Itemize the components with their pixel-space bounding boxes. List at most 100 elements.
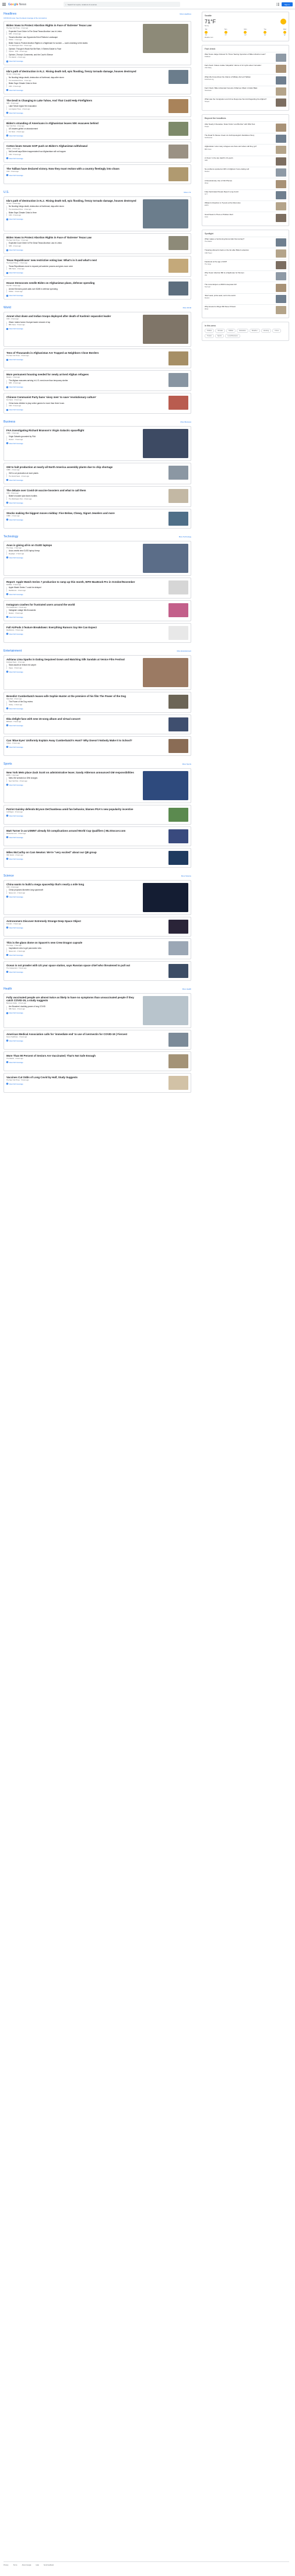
story-thumbnail[interactable]	[143, 882, 188, 912]
related-headline[interactable]: The Power of the Dog review	[9, 701, 166, 703]
story-thumbnail[interactable]	[168, 396, 188, 410]
related-headline[interactable]: No flooding brings death, destruction at…	[9, 206, 141, 208]
full-coverage-link[interactable]: View Full Coverage	[6, 112, 166, 114]
story-thumbnail[interactable]	[168, 70, 188, 85]
story-headline[interactable]: China wants to build a mega spaceship th…	[6, 883, 141, 886]
panel-article-headline[interactable]: The Road To Moose Creek: An Anthropologi…	[205, 134, 274, 137]
full-coverage-link[interactable]: View Full Coverage	[6, 836, 166, 839]
panel-article-thumbnail[interactable]	[276, 180, 286, 188]
story-thumbnail[interactable]	[168, 625, 188, 640]
topic-chip[interactable]: Sports	[215, 334, 224, 339]
full-coverage-link[interactable]: View Full Coverage	[6, 927, 166, 929]
related-headline[interactable]: The Afghan evacuees arriving in U.S. nee…	[9, 379, 166, 382]
story-thumbnail[interactable]	[143, 770, 188, 800]
full-coverage-link[interactable]: View Full Coverage	[6, 633, 166, 635]
story-headline[interactable]: Stocks making the biggest moves midday: …	[6, 512, 166, 515]
related-headline[interactable]: Gilani: India's former Hurriyat leader c…	[9, 321, 141, 324]
full-coverage-link[interactable]: View Full Coverage	[6, 971, 166, 973]
panel-article-thumbnail[interactable]	[276, 98, 286, 107]
related-headline[interactable]: Asus unveils new OLED laptop lineup	[9, 550, 141, 552]
story-thumbnail[interactable]	[168, 235, 188, 250]
story-thumbnail[interactable]	[168, 281, 188, 296]
story-thumbnail[interactable]	[168, 717, 188, 731]
section-title[interactable]: Entertainment	[3, 649, 22, 653]
panel-article[interactable]: The Road To Moose Creek: An Anthropologi…	[205, 132, 286, 144]
full-coverage-link[interactable]: View Full Coverage	[6, 1040, 166, 1042]
story-thumbnail[interactable]	[168, 1075, 188, 1090]
related-headline[interactable]: Biden Says Climate Crisis Is Here	[9, 212, 141, 214]
story-thumbnail[interactable]	[168, 941, 188, 955]
section-title[interactable]: Business	[3, 420, 15, 424]
panel-article[interactable]: 'Mud' sand, pizza sand, soil in the worl…	[205, 293, 286, 304]
full-coverage-link[interactable]: View Full Coverage	[6, 135, 166, 137]
panel-article[interactable]: Afghanistan: How many refugees are there…	[205, 144, 286, 155]
more-link[interactable]: More Business	[181, 421, 192, 423]
related-headline[interactable]: Virgin Galactic grounded by FAA	[9, 435, 141, 438]
story-headline[interactable]: Instagram crashes for frustrated users a…	[6, 603, 166, 606]
related-headline[interactable]: Biden's booster plan faces hurdles	[9, 495, 166, 498]
story-thumbnail[interactable]	[168, 738, 188, 753]
related-headline[interactable]: McConnell says Biden inappreciated how A…	[9, 151, 166, 153]
full-coverage-link[interactable]: View Full Coverage	[6, 249, 166, 251]
panel-article-thumbnail[interactable]	[276, 168, 286, 177]
section-title[interactable]: U.S.	[3, 191, 9, 194]
story-headline[interactable]: Biden Vows to Protect Abortion Rights in…	[6, 24, 141, 27]
panel-article[interactable]: Good News Is There a Problem Alert Axios	[205, 212, 286, 223]
story-thumbnail[interactable]	[168, 144, 188, 159]
story-thumbnail[interactable]	[168, 919, 188, 934]
related-headline[interactable]: Apple Watch Series 7 could be delayed	[9, 586, 166, 589]
story-thumbnail[interactable]	[168, 259, 188, 273]
topic-chip[interactable]: Weather	[249, 329, 260, 333]
panel-article[interactable]: A Revolutionary Use of Old Phones Wired	[205, 178, 286, 189]
story-headline[interactable]: FAA investigating Richard Branson's Virg…	[6, 429, 141, 432]
story-headline[interactable]: The Devil Is Changing In Lake Tahoe, And…	[6, 99, 166, 102]
story-headline[interactable]: Matt Turner in as USMNT already hit comp…	[6, 829, 166, 832]
panel-article-thumbnail[interactable]	[276, 213, 286, 222]
full-coverage-link[interactable]: View Full Coverage	[6, 708, 166, 710]
topic-chip[interactable]: Taliban	[226, 329, 236, 333]
panel-article[interactable]: Fact Check: Biden Attended Funeral of Ma…	[205, 85, 286, 97]
panel-article-headline[interactable]: Why Amazon's Rings Will Never Protect	[205, 306, 274, 308]
panel-article-headline[interactable]: Was Texas Judge Ordered To Throw Tearing…	[205, 53, 274, 56]
footer-link[interactable]: Send feedback	[44, 2564, 54, 2566]
more-link[interactable]: More Sports	[182, 763, 191, 765]
related-headline[interactable]: Expected Court Order In Fire Dead Texas …	[9, 242, 166, 245]
related-headline[interactable]: Expected Court Order In Fire Dead Texas …	[9, 30, 141, 33]
panel-article-thumbnail[interactable]	[276, 65, 286, 73]
story-headline[interactable]: Vaccines Cut Odds of Long Covid by Half,…	[6, 1076, 166, 1079]
story-headline[interactable]: Texas Republicans' new restrictive votin…	[6, 259, 166, 262]
story-thumbnail[interactable]	[143, 657, 188, 687]
panel-article-thumbnail[interactable]	[276, 53, 286, 62]
topic-chip[interactable]: Transit	[205, 334, 214, 339]
full-coverage-link[interactable]: View Full Coverage	[6, 1083, 166, 1085]
full-coverage-link[interactable]: View Full Coverage	[6, 358, 166, 361]
story-headline[interactable]: Fall AirPods 3 feature Breakdown: Everyt…	[6, 626, 166, 629]
story-thumbnail[interactable]	[168, 963, 188, 978]
story-thumbnail[interactable]	[143, 199, 188, 228]
story-thumbnail[interactable]	[143, 315, 188, 344]
panel-article-thumbnail[interactable]	[276, 272, 286, 281]
full-coverage-link[interactable]: View Full Coverage	[6, 386, 166, 388]
story-thumbnail[interactable]	[168, 829, 188, 843]
story-headline[interactable]: Ida's path of destruction in N.J.: Risin…	[6, 199, 141, 202]
panel-article-thumbnail[interactable]	[276, 157, 286, 166]
story-thumbnail[interactable]	[168, 1054, 188, 1068]
full-coverage-link[interactable]: View Full Coverage	[6, 294, 166, 297]
section-title[interactable]: Technology	[3, 535, 18, 539]
weather-widget[interactable]: Seattle 71°F Sunny Sat 75° Sun 77° Mon 73° Tue 70°…	[202, 12, 289, 41]
footer-link[interactable]: About Google	[22, 2564, 31, 2566]
panel-article-thumbnail[interactable]	[276, 202, 286, 211]
full-coverage-link[interactable]: View Full Coverage	[6, 954, 166, 956]
story-headline[interactable]: Biden Vows to Protect Abortion Rights in…	[6, 236, 166, 239]
panel-article[interactable]: What was the Immigration and Crime Respo…	[205, 97, 286, 108]
panel-article-thumbnail[interactable]	[276, 238, 286, 247]
more-link[interactable]: More World	[183, 307, 191, 309]
full-coverage-link[interactable]: View Full Coverage	[6, 442, 141, 445]
panel-article-thumbnail[interactable]	[276, 123, 286, 132]
panel-article[interactable]: What makes a functioning Democratic Demo…	[205, 236, 286, 248]
full-coverage-link[interactable]: View Full Coverage	[6, 409, 166, 411]
full-coverage-link[interactable]: View Full Coverage	[6, 724, 166, 727]
google-news-logo[interactable]: Google News	[8, 3, 26, 6]
story-headline[interactable]: Adriana Lima Sparks in Dating Sequined G…	[6, 658, 141, 661]
topic-chip[interactable]: Politics	[205, 329, 215, 333]
